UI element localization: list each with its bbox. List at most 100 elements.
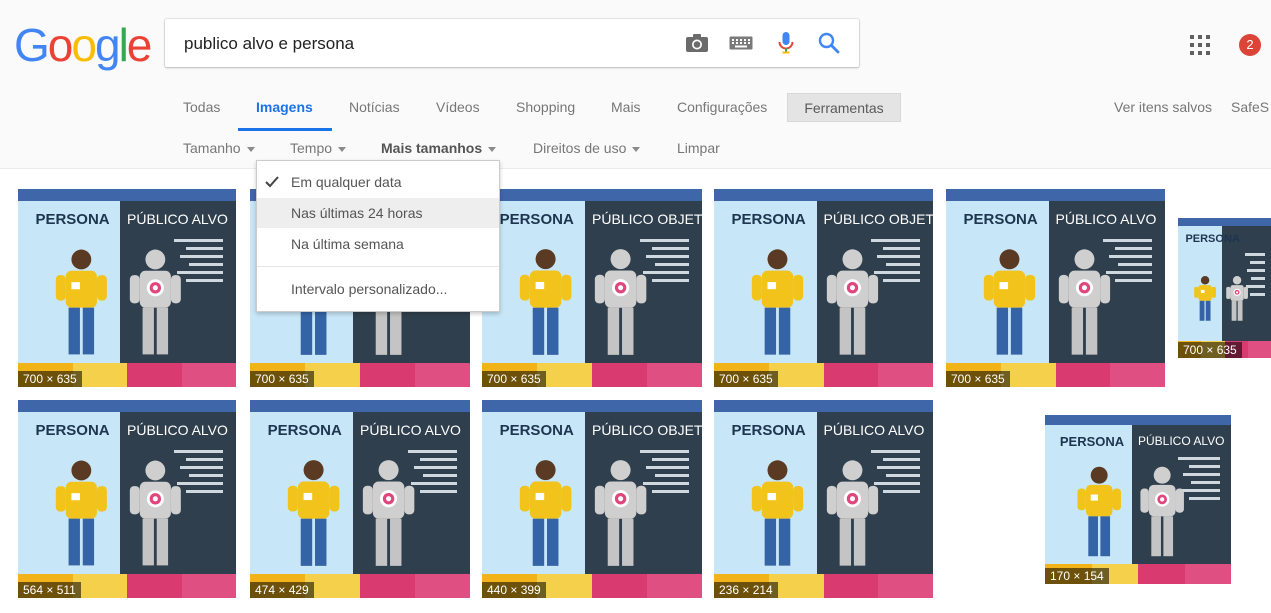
image-header-strip	[714, 400, 933, 412]
image-result[interactable]: PERSONA PÚBLICO OBJETIVO 440 × 399	[482, 400, 702, 598]
image-audience-title: PÚBLICO OBJETIVO	[592, 421, 702, 438]
image-persona-title: PERSONA	[1185, 233, 1240, 246]
image-audience-title: PÚBLICO ALVO	[127, 210, 228, 227]
image-persona-title: PERSONA	[35, 421, 110, 439]
logo-letter: o	[47, 19, 74, 71]
image-header-strip	[18, 400, 236, 412]
apps-grid-icon[interactable]	[1190, 35, 1210, 55]
image-audience-title: PÚBLICO ALVO	[360, 421, 461, 438]
tab-noticias[interactable]: Notícias	[349, 99, 400, 115]
image-result[interactable]: PERSONA PÚBLICO OBJETIVO 700 × 635	[482, 189, 702, 387]
saved-items-link[interactable]: Ver itens salvos	[1114, 99, 1212, 115]
image-persona-title: PERSONA	[1059, 433, 1125, 449]
filter-more-sizes[interactable]: Mais tamanhos	[381, 140, 497, 156]
filter-size[interactable]: Tamanho	[183, 140, 255, 156]
image-persona-title: PERSONA	[499, 210, 574, 228]
logo-letter: G	[14, 19, 50, 71]
image-result[interactable]: PERSONA PÚBLICO OBJETIVO 700 × 635	[714, 189, 933, 387]
tab-configuracoes[interactable]: Configurações	[677, 99, 767, 115]
filter-size-label: Tamanho	[183, 140, 241, 156]
tools-button[interactable]: Ferramentas	[787, 93, 901, 122]
image-result[interactable]: PERSONA PÚBLICO ALVO 700 × 635	[946, 189, 1165, 387]
image-result[interactable]: PERSONA PÚBLICO ALVO 700 × 635	[18, 189, 236, 387]
safesearch-link[interactable]: SafeS	[1231, 99, 1269, 115]
dropdown-item-any-time[interactable]: Em qualquer data	[257, 167, 499, 197]
camera-icon[interactable]	[685, 31, 709, 55]
image-audience-title: PÚBLICO ALVO	[1138, 433, 1225, 448]
image-result[interactable]: PERSONA PÚBLICO ALVO 170 × 154	[1045, 415, 1231, 584]
google-logo[interactable]: Google	[14, 19, 152, 71]
chevron-down-icon	[632, 146, 641, 152]
image-persona-title: PERSONA	[731, 421, 806, 439]
image-result[interactable]: PERSONA PÚBLICO ALVO 236 × 214	[714, 400, 933, 598]
image-dimensions-label: 700 × 635	[714, 371, 778, 387]
image-dimensions-label: 700 × 635	[250, 371, 314, 387]
image-dimensions-label: 700 × 635	[946, 371, 1010, 387]
image-dimensions-label: 474 × 429	[250, 582, 314, 598]
audience-figure	[594, 249, 647, 356]
filter-bar: Tamanho Tempo Mais tamanhos Direitos de …	[0, 140, 1271, 160]
dropdown-divider	[257, 266, 499, 267]
image-persona-title: PERSONA	[499, 421, 574, 439]
dropdown-item-last-24-hours[interactable]: Nas últimas 24 horas	[257, 198, 499, 228]
active-tab-indicator	[238, 128, 332, 131]
image-header-strip	[482, 189, 702, 201]
search-input[interactable]	[182, 31, 666, 57]
mic-icon[interactable]	[774, 31, 798, 55]
dropdown-item-label: Em qualquer data	[291, 174, 402, 190]
persona-figure	[751, 460, 804, 567]
search-icon[interactable]	[817, 31, 841, 55]
tab-mais[interactable]: Mais	[611, 99, 641, 115]
tab-todas[interactable]: Todas	[183, 99, 220, 115]
filter-clear[interactable]: Limpar	[677, 140, 720, 156]
image-result[interactable]: PERSONA PÚBLICO ALVO 474 × 429	[250, 400, 470, 598]
audience-figure	[826, 460, 878, 567]
persona-figure	[520, 249, 572, 356]
tab-imagens[interactable]: Imagens	[256, 99, 313, 115]
audience-figure	[1140, 467, 1184, 557]
chevron-down-icon	[338, 146, 347, 152]
image-dimensions-label: 700 × 635	[482, 371, 546, 387]
header-bar: Google 2 Todas Imagens Notícias Vídeos S…	[0, 0, 1271, 169]
image-persona-title: PERSONA	[731, 210, 806, 228]
logo-letter: o	[71, 19, 97, 71]
tab-videos[interactable]: Vídeos	[436, 99, 480, 115]
dropdown-item-label: Na última semana	[291, 236, 404, 252]
filter-usage-rights[interactable]: Direitos de uso	[533, 140, 641, 156]
audience-figure	[362, 460, 415, 567]
persona-figure	[55, 249, 107, 355]
image-audience-title: PÚBLICO ALVO	[127, 421, 228, 438]
dropdown-item-last-week[interactable]: Na última semana	[257, 229, 499, 259]
image-header-strip	[946, 189, 1165, 201]
filter-more-sizes-label: Mais tamanhos	[381, 140, 483, 156]
image-result[interactable]: PERSONA 700 × 635	[1178, 218, 1271, 358]
search-box[interactable]	[165, 19, 859, 67]
filter-time-label: Tempo	[290, 140, 333, 156]
image-header-strip	[1178, 218, 1271, 227]
audience-figure	[594, 460, 647, 567]
image-dimensions-label: 700 × 635	[18, 371, 82, 387]
time-filter-dropdown: Em qualquer data Nas últimas 24 horas Na…	[256, 160, 500, 312]
logo-letter: l	[118, 19, 129, 71]
image-persona-title: PERSONA	[963, 210, 1038, 228]
keyboard-icon[interactable]	[729, 31, 753, 55]
image-header-strip	[714, 189, 933, 201]
image-persona-title: PERSONA	[267, 421, 342, 439]
image-persona-title: PERSONA	[35, 210, 110, 228]
persona-figure	[1194, 276, 1216, 321]
image-audience-title: PÚBLICO OBJETIVO	[592, 210, 702, 227]
image-dimensions-label: 170 × 154	[1045, 568, 1109, 584]
dropdown-item-custom-range[interactable]: Intervalo personalizado...	[257, 274, 499, 304]
persona-figure	[288, 460, 340, 567]
tab-shopping[interactable]: Shopping	[516, 99, 575, 115]
image-result[interactable]: PERSONA PÚBLICO ALVO 564 × 511	[18, 400, 236, 598]
image-dimensions-label: 236 × 214	[714, 582, 778, 598]
chevron-down-icon	[488, 146, 497, 152]
image-audience-title: PÚBLICO ALVO	[823, 421, 925, 438]
filter-time[interactable]: Tempo	[290, 140, 347, 156]
image-dimensions-label: 440 × 399	[482, 582, 546, 598]
image-dimensions-label: 564 × 511	[18, 582, 81, 598]
persona-figure	[1077, 467, 1121, 557]
notification-badge[interactable]: 2	[1239, 34, 1261, 56]
audience-figure	[129, 249, 181, 355]
